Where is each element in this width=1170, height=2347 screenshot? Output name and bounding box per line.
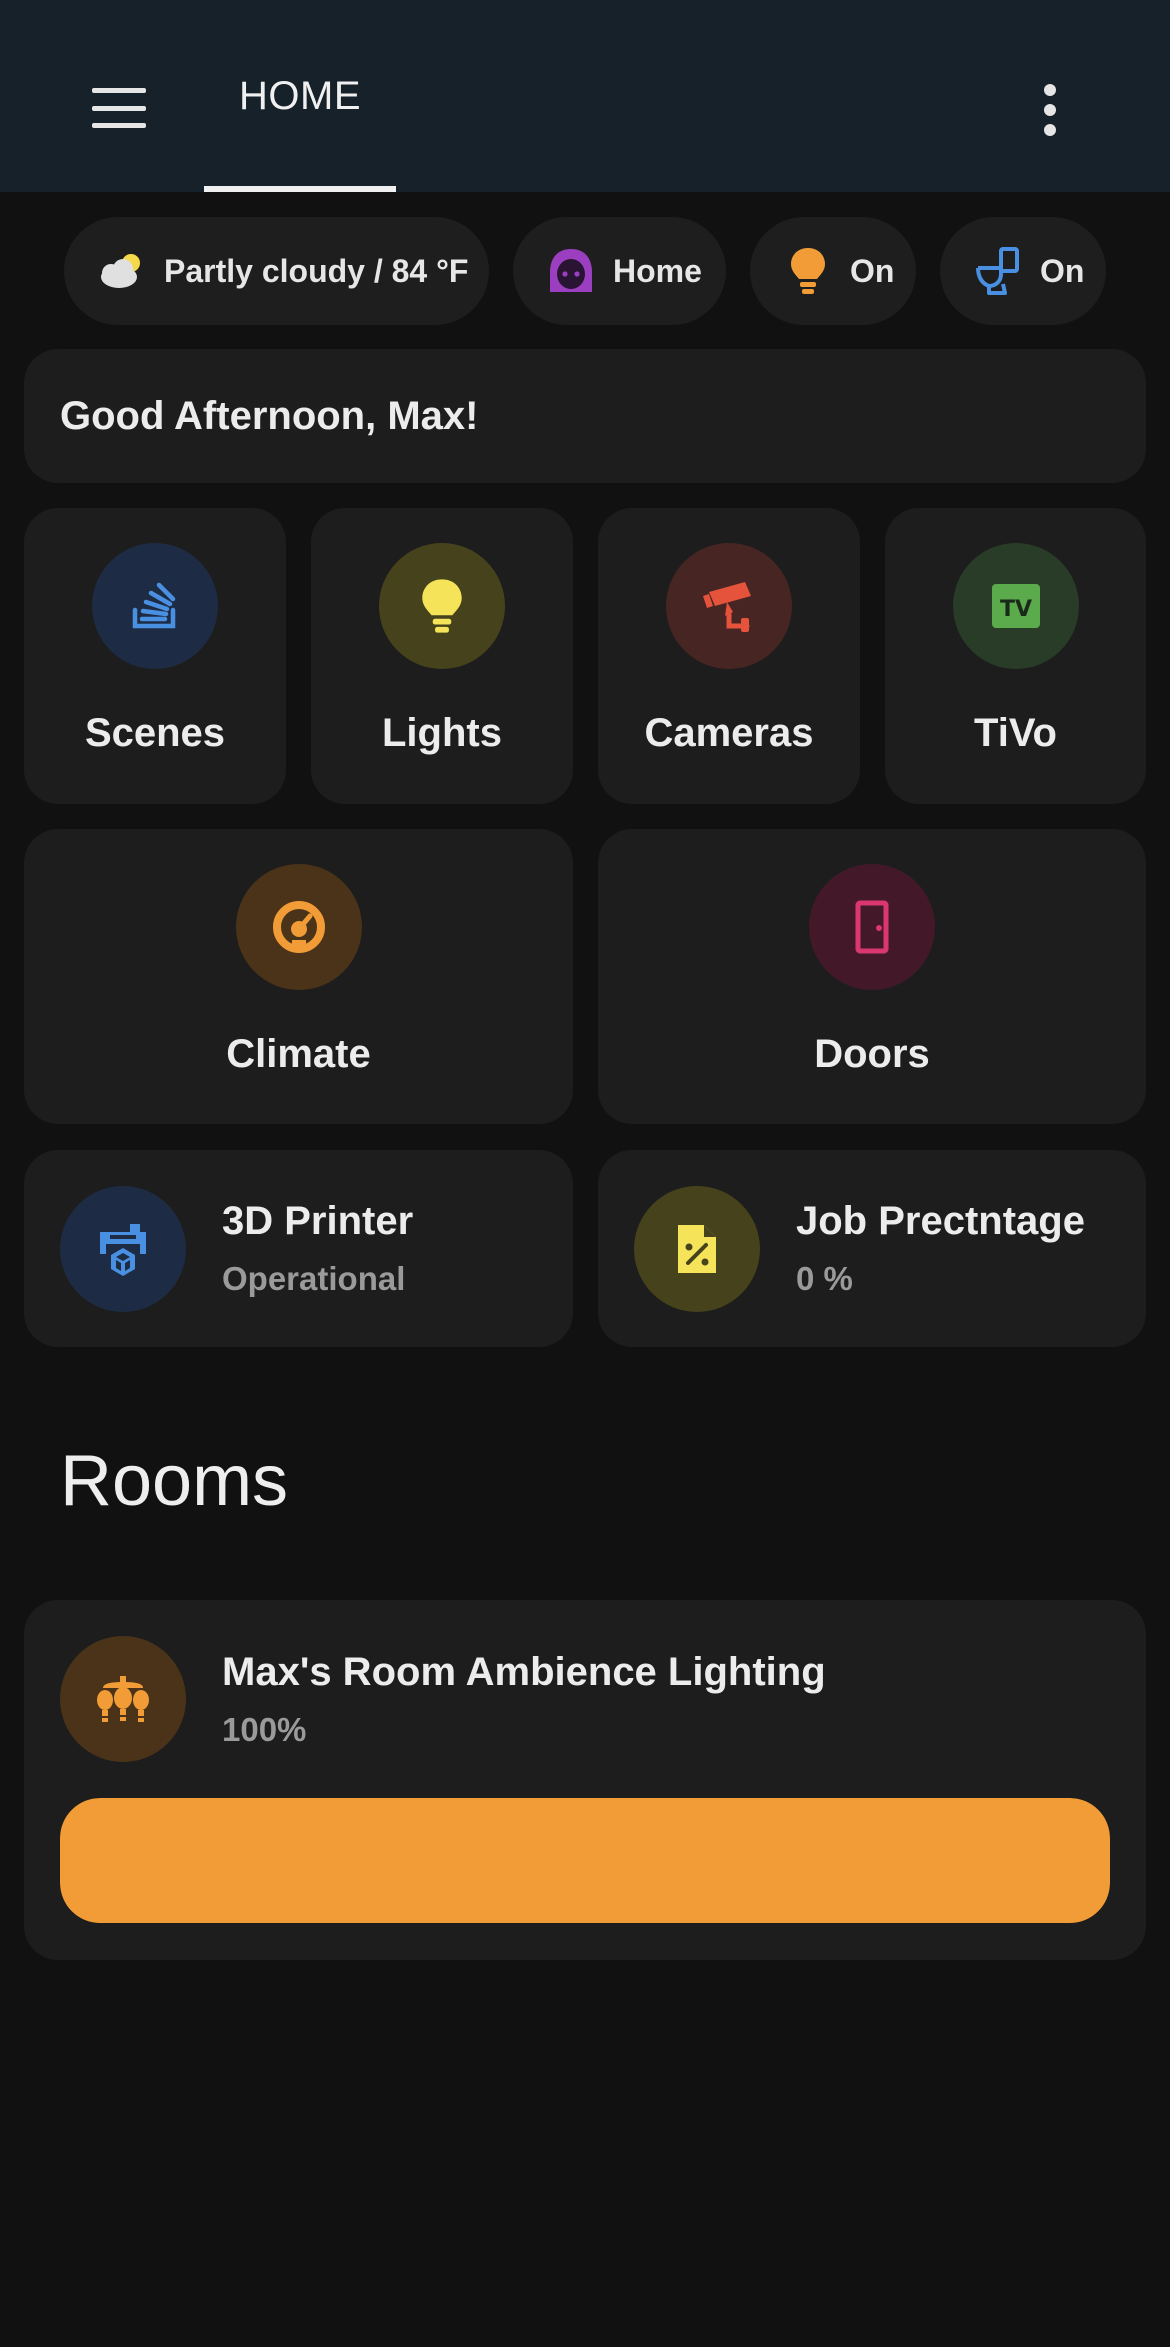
hamburger-icon[interactable] [84,78,154,138]
room-lighting-entity[interactable]: Max's Room Ambience Lighting 100% [24,1636,826,1762]
printer-3d-icon [60,1185,186,1312]
tile-scenes-label: Scenes [84,711,226,755]
sensor-printer-state: Operational [222,1260,406,1297]
toilet-chip[interactable]: On [940,217,1106,325]
file-percent-icon [634,1185,760,1312]
tab-home[interactable]: HOME [204,0,396,192]
tile-scenes[interactable]: Scenes [24,508,286,804]
lightbulb-icon [379,543,505,669]
light-chip-label: On [850,252,895,289]
brightness-slider-fill [60,1798,1110,1923]
person-chip[interactable]: Home [513,217,726,325]
greeting-text: Good Afternoon, Max! [60,393,479,438]
cctv-icon [666,543,792,669]
door-icon [809,864,935,990]
app-bar: HOME [0,0,1170,192]
tile-cameras-label: Cameras [644,711,814,755]
toilet-chip-label: On [1040,252,1085,289]
tile-climate[interactable]: Climate [24,829,573,1124]
person-chip-label: Home [613,252,702,289]
svg-text:TV: TV [999,597,1031,622]
tile-lights-label: Lights [382,711,502,755]
brightness-slider[interactable] [60,1798,1110,1923]
tile-tivo-label: TiVo [974,711,1057,755]
tv-icon: TV [952,543,1079,669]
tile-climate-label: Climate [226,1032,371,1076]
sensor-job[interactable]: Job Prectntage 0 % [598,1150,1146,1347]
light-chip[interactable]: On [750,217,916,325]
tile-cameras[interactable]: Cameras [598,508,860,804]
sensor-job-state: 0 % [796,1260,853,1297]
weather-chip-label: Partly cloudy / 84 °F [164,252,469,289]
room-lighting-state: 100% [222,1710,307,1748]
stack-overflow-icon [92,543,218,669]
greeting-card: Good Afternoon, Max! [24,349,1146,483]
more-vertical-icon[interactable] [1030,80,1070,140]
rooms-heading: Rooms [60,1441,289,1521]
tile-lights[interactable]: Lights [311,508,573,804]
thermostat-icon [235,864,362,990]
tile-tivo[interactable]: TV TiVo [885,508,1146,804]
partly-cloudy-icon [96,245,148,297]
ceiling-light-multiple-icon [60,1636,186,1762]
tile-doors-label: Doors [814,1032,930,1076]
sensor-job-name: Job Prectntage [796,1199,1085,1243]
weather-chip[interactable]: Partly cloudy / 84 °F [64,217,489,325]
face-woman-icon [545,245,597,297]
tile-doors[interactable]: Doors [598,829,1146,1124]
lightbulb-icon [782,245,834,297]
toilet-icon [972,245,1024,297]
sensor-printer-name: 3D Printer [222,1199,414,1243]
room-lighting-name: Max's Room Ambience Lighting [222,1649,826,1694]
sensor-printer[interactable]: 3D Printer Operational [24,1150,573,1347]
tab-indicator [204,186,396,192]
